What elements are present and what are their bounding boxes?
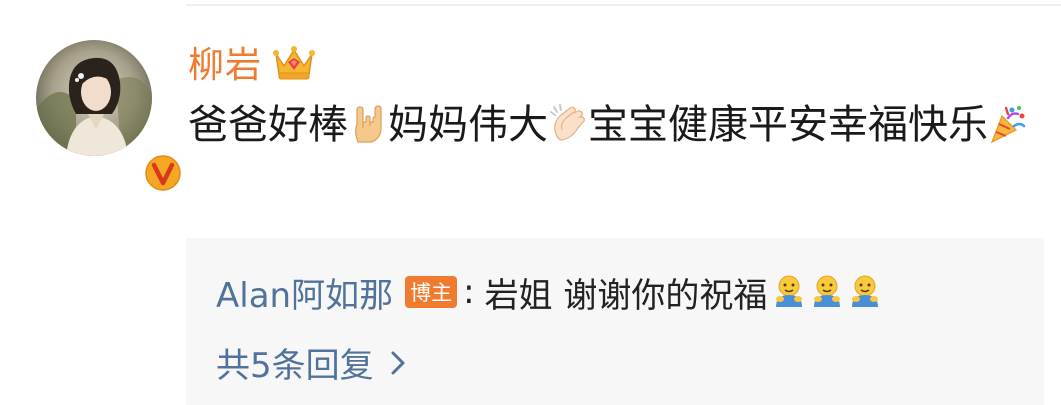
chevron-right-icon xyxy=(388,347,408,377)
verified-v-icon xyxy=(142,152,184,194)
reply-author[interactable]: Alan阿如那 xyxy=(216,268,393,317)
reply-text: 岩姐 谢谢你的祝福 xyxy=(484,275,768,316)
more-replies-label: 共5条回复 xyxy=(216,345,374,386)
hug-emoji xyxy=(849,275,881,309)
comment-text-part-3: 宝宝健康平安幸福快乐 xyxy=(588,102,988,148)
comment-text-part-1: 爸爸好棒 xyxy=(188,102,348,148)
avatar-image xyxy=(36,40,152,156)
rock-on-hand-emoji xyxy=(348,98,388,143)
hug-emoji xyxy=(773,275,805,309)
blogger-badge: 博主 xyxy=(405,276,458,308)
more-replies-link[interactable]: 共5条回复 xyxy=(216,338,408,386)
reply-colon: : xyxy=(463,272,475,312)
party-popper-emoji xyxy=(988,98,1028,144)
username[interactable]: 柳岩 xyxy=(188,36,262,88)
reply-box: Alan阿如那 博主 : 岩姐 谢谢你的祝福 共5条回复 xyxy=(186,238,1044,405)
avatar[interactable] xyxy=(36,40,183,193)
hug-emoji xyxy=(811,275,843,309)
top-divider xyxy=(186,4,1061,6)
comment-text-part-2: 妈妈伟大 xyxy=(388,102,548,148)
clapping-hands-emoji xyxy=(548,98,588,141)
crown-icon[interactable] xyxy=(272,42,316,82)
comment-text: 爸爸好棒 妈妈伟大 宝宝健康平安幸福快乐 xyxy=(188,92,1048,158)
username-row: 柳岩 xyxy=(188,38,316,86)
reply-line: Alan阿如那 博主 : 岩姐 谢谢你的祝福 xyxy=(216,268,881,316)
comment-page: 柳岩 爸爸好棒 妈妈伟大 宝宝健康平安幸福快乐 Alan阿如那 博主: 岩姐 … xyxy=(0,0,1061,405)
